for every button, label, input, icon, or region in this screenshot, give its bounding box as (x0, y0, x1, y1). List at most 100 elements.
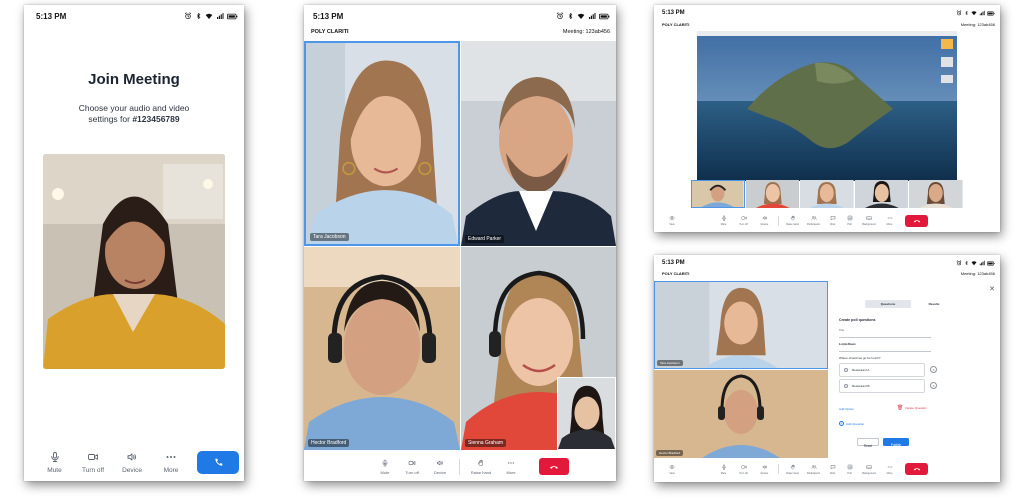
participant-tile[interactable]: Tara Jacobson (304, 41, 460, 246)
shared-desktop-image (697, 31, 957, 181)
poll-button[interactable]: Poll (841, 215, 858, 226)
app-name: POLY CLARITI (662, 270, 690, 276)
tab-questions[interactable]: Questions (865, 300, 911, 308)
join-meeting-screen: 5:13 PM Join Meeting Choose your audio a… (24, 5, 244, 481)
device-button[interactable]: Device (426, 459, 454, 475)
add-question-button[interactable]: + Add Question (839, 421, 864, 426)
filmstrip-tile[interactable] (691, 180, 745, 208)
toolbar-divider (459, 458, 460, 475)
remove-option-icon[interactable]: × (930, 382, 937, 389)
chat-button[interactable]: Chat (824, 215, 841, 226)
turn-off-video-button[interactable]: Turn off (398, 459, 426, 475)
background-button[interactable]: Background (858, 464, 880, 475)
raise-hand-label: Raise hand (470, 469, 492, 475)
participant-tile[interactable]: Edward Parker (461, 41, 616, 246)
end-call-button[interactable] (539, 458, 569, 475)
remove-option-icon[interactable]: × (930, 366, 937, 373)
self-view-pip[interactable] (557, 377, 616, 450)
option-label: Restaurant A (852, 368, 870, 372)
microphone-icon (721, 215, 727, 221)
mute-button[interactable]: Mute (714, 464, 733, 475)
background-button[interactable]: Background (858, 215, 880, 226)
poll-option-input[interactable]: Restaurant A (839, 363, 925, 377)
turn-off-video-button[interactable]: Turn off (733, 215, 754, 226)
add-circle-icon: + (839, 421, 844, 426)
background-icon (866, 464, 872, 470)
microphone-icon (381, 459, 389, 467)
status-time: 5:13 PM (36, 11, 67, 21)
participant-tile[interactable]: Hector Bradford (654, 370, 828, 458)
speaker-icon (126, 451, 138, 463)
raise-hand-button[interactable]: Raise hand (782, 215, 803, 226)
publish-button[interactable]: Publish (883, 438, 909, 447)
mute-label: Mute (380, 469, 390, 475)
camera-icon (87, 451, 99, 463)
more-button[interactable]: More (151, 451, 191, 474)
device-button[interactable]: Device (754, 464, 775, 475)
background-label: Background (862, 223, 876, 226)
meeting-toolbar: View Mute Turn off Device Raise hand Par… (654, 212, 1000, 229)
tab-results[interactable]: Results (911, 300, 957, 308)
poll-option-input[interactable]: Restaurant B (839, 379, 925, 393)
self-preview-image (43, 154, 225, 369)
participant-tile[interactable]: Tara Jacobson (654, 281, 828, 369)
signal-icon (588, 12, 596, 20)
delete-question-label: Delete Question (905, 406, 927, 410)
filmstrip-video (800, 180, 854, 208)
participants-button[interactable]: Participants (803, 215, 824, 226)
delete-question-button[interactable]: 🗑 Delete Question (897, 405, 927, 411)
mute-label: Mute (47, 466, 62, 474)
poll-title-input[interactable]: Lunch Break (839, 332, 931, 346)
marketing-collage: 5:13 PM Join Meeting Choose your audio a… (0, 0, 1024, 500)
mute-button[interactable]: Mute (372, 459, 398, 475)
turn-off-video-button[interactable]: Turn off (73, 451, 113, 474)
poll-button[interactable]: Poll (841, 464, 858, 475)
signal-icon (979, 260, 985, 266)
self-view-video (558, 378, 615, 449)
raise-hand-button[interactable]: Raise hand (782, 464, 803, 475)
add-option-link[interactable]: Add Option (839, 407, 854, 411)
end-call-button[interactable] (905, 214, 928, 227)
subtitle-prefix: settings for (88, 114, 133, 124)
subtitle-line-1: Choose your audio and video (78, 103, 190, 113)
more-button[interactable]: More (497, 459, 525, 475)
participant-tile[interactable]: Sienna Graham (461, 247, 616, 450)
status-bar: 5:13 PM (304, 8, 616, 24)
microphone-icon (721, 464, 727, 470)
end-call-button[interactable] (905, 463, 928, 475)
end-call-icon (549, 462, 559, 472)
camera-icon (741, 215, 747, 221)
more-button[interactable]: More (880, 464, 899, 475)
participants-button[interactable]: Participants (803, 464, 824, 475)
microphone-icon (49, 451, 61, 463)
raise-hand-button[interactable]: Raise hand (465, 459, 497, 475)
end-call-icon (913, 217, 921, 225)
join-call-button[interactable] (197, 450, 239, 474)
end-call-icon (913, 465, 921, 473)
close-icon[interactable]: ✕ (989, 286, 995, 293)
content-share-screen: 5:13 PM POLY CLARITI Meeting: 123ab456 V… (654, 5, 1000, 232)
app-name: POLY CLARITI (311, 29, 349, 35)
filmstrip-tile[interactable] (909, 180, 963, 208)
more-button[interactable]: More (880, 215, 899, 226)
filmstrip-tile[interactable] (854, 180, 909, 208)
question-input[interactable]: Where should we go for lunch? (839, 346, 931, 360)
device-button[interactable]: Device (754, 215, 775, 226)
join-subtitle: Choose your audio and video settings for… (24, 103, 244, 125)
reset-button[interactable]: Reset (857, 438, 879, 448)
chat-button[interactable]: Chat (824, 464, 841, 475)
participant-name: Tara Jacobson (310, 233, 349, 241)
participant-filmstrip (691, 180, 963, 208)
alarm-icon (956, 10, 962, 16)
view-button[interactable]: View (662, 215, 682, 226)
turn-off-video-button[interactable]: Turn off (733, 464, 754, 475)
status-time: 5:13 PM (313, 11, 344, 21)
device-button[interactable]: Device (113, 451, 151, 474)
filmstrip-tile[interactable] (800, 180, 854, 208)
mute-label: Mute (720, 471, 727, 475)
view-button[interactable]: View (662, 464, 682, 475)
participant-tile[interactable]: Hector Bradford (304, 247, 460, 450)
filmstrip-tile[interactable] (745, 180, 800, 208)
mute-button[interactable]: Mute (714, 215, 733, 226)
mute-button[interactable]: Mute (36, 451, 73, 474)
